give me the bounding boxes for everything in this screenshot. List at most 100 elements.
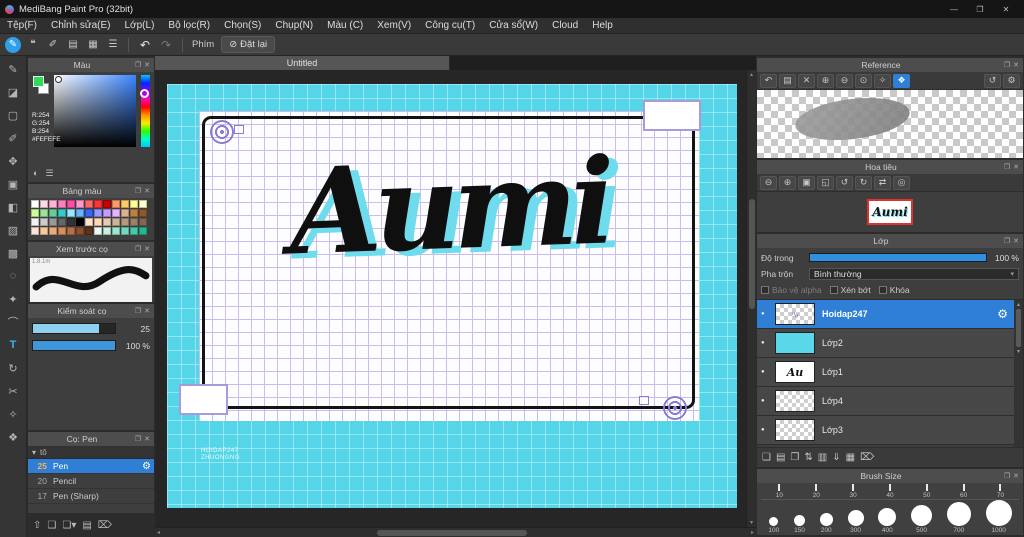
eyedropper-tool[interactable]: ✧ xyxy=(3,405,24,423)
palette-swatch[interactable] xyxy=(67,209,75,217)
visibility-dot-icon[interactable]: ● xyxy=(761,427,774,433)
layer-row[interactable]: ● Lớp2 xyxy=(757,329,1014,358)
pen-tool[interactable]: ✎ xyxy=(3,60,24,78)
marquee-tool[interactable]: ▢ xyxy=(3,106,24,124)
palette-swatch[interactable] xyxy=(31,218,39,226)
palette-swatch[interactable] xyxy=(31,209,39,217)
layer-folder-icon[interactable]: ▥ xyxy=(818,452,827,463)
original-size-icon[interactable]: ◱ xyxy=(817,175,834,190)
zoom-out-icon[interactable]: ⊖ xyxy=(836,73,853,88)
scroll-right-icon[interactable]: ▸ xyxy=(749,528,756,537)
menu-item-12[interactable]: Help xyxy=(585,20,620,31)
flip-icon[interactable]: ⇄ xyxy=(874,175,891,190)
alpha-protect-checkbox[interactable]: Bảo vệ alpha xyxy=(761,285,822,295)
rotate-right-icon[interactable]: ↻ xyxy=(855,175,872,190)
palette-swatch[interactable] xyxy=(103,209,111,217)
brush-size-option[interactable]: 700 xyxy=(946,502,971,534)
scroll-up-icon[interactable]: ▴ xyxy=(748,70,755,79)
brush-size-option[interactable]: 400 xyxy=(878,508,897,534)
brush-size-option[interactable]: 60 xyxy=(960,484,967,499)
zoom-in-icon[interactable]: ⊕ xyxy=(817,73,834,88)
palette-swatch[interactable] xyxy=(49,227,57,235)
palette-swatch[interactable] xyxy=(76,218,84,226)
brush-size-option[interactable]: 30 xyxy=(849,484,857,499)
palette-swatch[interactable] xyxy=(40,200,48,208)
scroll-left-icon[interactable]: ◂ xyxy=(155,528,162,537)
popout-icon[interactable]: ❐ xyxy=(1004,237,1010,245)
menu-item-5[interactable]: Chọn(S) xyxy=(217,20,268,31)
magic-wand-tool[interactable]: ✦ xyxy=(3,290,24,308)
palette-swatch[interactable] xyxy=(112,227,120,235)
horizontal-scrollbar[interactable]: ◂ ▸ xyxy=(155,527,756,537)
palette-swatch[interactable] xyxy=(139,209,147,217)
open-folder-icon[interactable]: ▤ xyxy=(779,73,796,88)
hue-cursor[interactable] xyxy=(140,89,149,98)
palette-swatch[interactable] xyxy=(58,227,66,235)
brush-size-slider[interactable] xyxy=(32,323,116,334)
palette-swatch[interactable] xyxy=(103,218,111,226)
palette-swatch[interactable] xyxy=(49,218,57,226)
layer-row[interactable]: ● Au Lớp1 xyxy=(757,358,1014,387)
list-icon[interactable]: ☰ xyxy=(105,37,121,53)
close-icon[interactable]: ✕ xyxy=(144,307,150,315)
visibility-dot-icon[interactable]: ● xyxy=(761,340,774,346)
canvas-viewport[interactable]: Aumi HOIDAP247 ZHUONGNG xyxy=(155,70,746,527)
palette-swatch[interactable] xyxy=(121,200,129,208)
layer-opacity-slider[interactable] xyxy=(809,253,987,262)
hand-tool[interactable]: ❖ xyxy=(3,428,24,446)
merge-down-icon[interactable]: ⇓ xyxy=(832,452,840,463)
brush-item[interactable]: 17 Pen (Sharp) xyxy=(28,489,154,504)
menu-item-10[interactable]: Cửa sổ(W) xyxy=(482,20,545,31)
palette-swatch[interactable] xyxy=(76,200,84,208)
comment-icon[interactable]: ❝ xyxy=(25,37,41,53)
brush-item[interactable]: 20 Pencil xyxy=(28,474,154,489)
palette-swatch[interactable] xyxy=(112,218,120,226)
delete-brush-icon[interactable]: ⌦ xyxy=(98,520,112,531)
reset-button[interactable]: ⊘ Đặt lại xyxy=(221,36,276,53)
menu-item-8[interactable]: Xem(V) xyxy=(370,20,418,31)
palette-swatch[interactable] xyxy=(85,200,93,208)
palette-swatch[interactable] xyxy=(85,218,93,226)
curve-tool[interactable]: ⌒ xyxy=(3,313,24,331)
close-icon[interactable]: ✕ xyxy=(1013,61,1019,69)
palette-swatch[interactable] xyxy=(130,227,138,235)
brush-size-option[interactable]: 300 xyxy=(847,510,864,534)
new-layer-icon[interactable]: ❏ xyxy=(762,452,771,463)
brush-size-option[interactable]: 10 xyxy=(776,484,783,499)
scroll-down-icon[interactable]: ▾ xyxy=(1015,347,1022,356)
menu-item-9[interactable]: Công cụ(T) xyxy=(418,20,482,31)
transform-tool[interactable]: ▣ xyxy=(3,175,24,193)
rotate-left-icon[interactable]: ↺ xyxy=(984,73,1001,88)
brush-size-option[interactable]: 500 xyxy=(911,505,933,534)
brush-size-option[interactable]: 200 xyxy=(819,513,833,534)
maximize-button[interactable]: ❐ xyxy=(967,1,993,17)
close-button[interactable]: ✕ xyxy=(993,1,1019,17)
palette-swatch[interactable] xyxy=(67,227,75,235)
close-icon[interactable]: ✕ xyxy=(144,435,150,443)
menu-item-6[interactable]: Chụp(N) xyxy=(268,20,320,31)
close-icon[interactable]: ✕ xyxy=(144,187,150,195)
layer-scroll-thumb[interactable] xyxy=(1016,309,1021,347)
palette-swatch[interactable] xyxy=(49,200,57,208)
bucket-tool[interactable]: ◧ xyxy=(3,198,24,216)
brush-folder-icon[interactable]: ▤ xyxy=(82,520,91,531)
foreground-color-swatch[interactable] xyxy=(33,76,44,87)
palette-swatch[interactable] xyxy=(130,218,138,226)
scroll-up-icon[interactable]: ▴ xyxy=(1015,300,1022,309)
eraser-tool[interactable]: ◪ xyxy=(3,83,24,101)
horizontal-scroll-thumb[interactable] xyxy=(377,529,528,536)
hand-icon[interactable]: ❖ xyxy=(893,73,910,88)
palette-swatch[interactable] xyxy=(40,227,48,235)
palette-swatch[interactable] xyxy=(40,209,48,217)
color-wheel-icon[interactable]: ◐ xyxy=(33,168,38,179)
palette-swatch[interactable] xyxy=(94,209,102,217)
popout-icon[interactable]: ❐ xyxy=(1004,472,1010,480)
palette-swatch[interactable] xyxy=(76,227,84,235)
palette-swatch[interactable] xyxy=(112,209,120,217)
brush-size-option[interactable]: 70 xyxy=(997,484,1004,499)
hue-bar[interactable] xyxy=(140,75,150,147)
palette-swatch[interactable] xyxy=(130,209,138,217)
color-sliders-icon[interactable]: ☰ xyxy=(45,168,53,179)
vertical-scrollbar[interactable]: ▴ ▾ xyxy=(746,70,756,527)
palette-swatch[interactable] xyxy=(58,209,66,217)
